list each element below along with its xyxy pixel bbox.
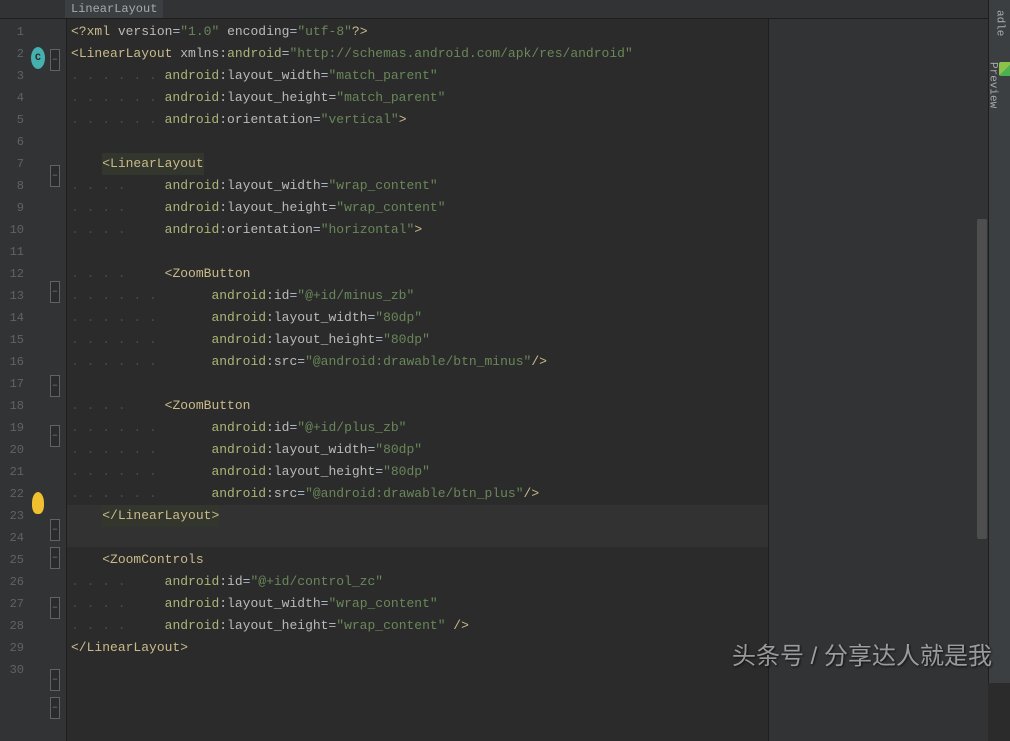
class-icon[interactable]: C bbox=[31, 47, 45, 69]
gutter-icons: C bbox=[30, 19, 48, 741]
fold-toggle[interactable] bbox=[50, 697, 60, 719]
right-tool-strip: adle Preview bbox=[988, 0, 1010, 683]
scrollbar[interactable] bbox=[976, 39, 988, 741]
breadcrumb[interactable]: LinearLayout bbox=[0, 0, 988, 19]
code-area[interactable]: <?xml version="1.0" encoding="utf-8"?> <… bbox=[67, 19, 768, 741]
preview-icon bbox=[999, 62, 1010, 76]
fold-toggle[interactable] bbox=[50, 669, 60, 691]
fold-toggle[interactable] bbox=[50, 519, 60, 541]
fold-toggle[interactable] bbox=[50, 375, 60, 397]
fold-toggle[interactable] bbox=[50, 547, 60, 569]
bulb-icon[interactable] bbox=[32, 492, 44, 514]
breadcrumb-item[interactable]: LinearLayout bbox=[65, 0, 163, 18]
editor-area[interactable]: 1234567891011121314151617181920212223242… bbox=[0, 19, 988, 741]
preview-tab[interactable]: Preview bbox=[985, 54, 1010, 116]
fold-toggle[interactable] bbox=[50, 425, 60, 447]
scroll-thumb[interactable] bbox=[977, 219, 987, 539]
editor-main: LinearLayout 123456789101112131415161718… bbox=[0, 0, 988, 683]
fold-toggle[interactable] bbox=[50, 597, 60, 619]
fold-column bbox=[48, 19, 66, 741]
gutter: 1234567891011121314151617181920212223242… bbox=[0, 19, 67, 741]
gradle-tab[interactable]: adle bbox=[992, 2, 1008, 44]
fold-toggle[interactable] bbox=[50, 281, 60, 303]
line-numbers: 1234567891011121314151617181920212223242… bbox=[0, 19, 30, 741]
fold-toggle[interactable] bbox=[50, 165, 60, 187]
preview-panel bbox=[768, 19, 988, 741]
fold-toggle[interactable] bbox=[50, 49, 60, 71]
